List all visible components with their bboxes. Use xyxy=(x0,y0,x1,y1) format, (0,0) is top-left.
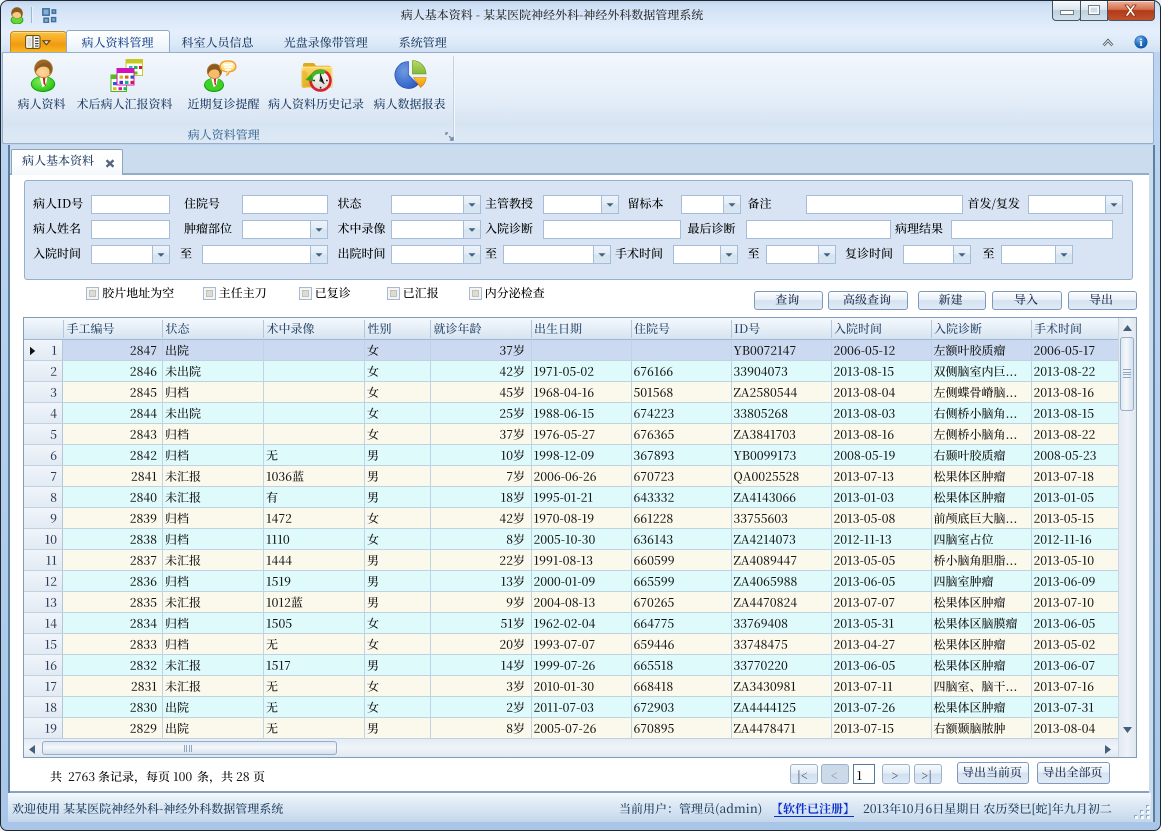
svg-text:i: i xyxy=(1139,37,1142,49)
